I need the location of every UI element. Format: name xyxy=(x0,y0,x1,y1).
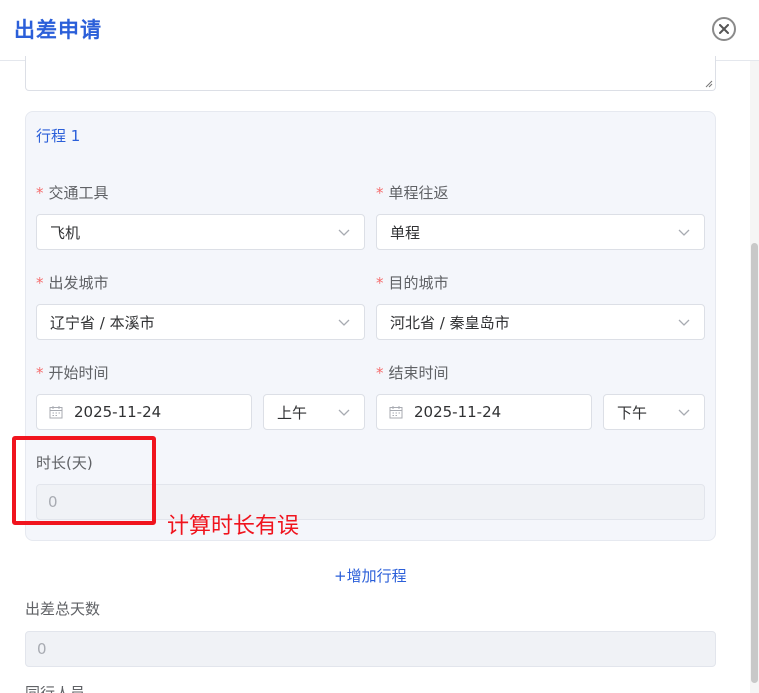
chevron-down-icon xyxy=(678,409,690,416)
trip-type-select[interactable]: 单程 xyxy=(376,214,705,250)
transport-value: 飞机 xyxy=(50,223,81,242)
dialog-title: 出差申请 xyxy=(14,18,102,42)
annotation-highlight-box xyxy=(12,436,156,525)
end-period-select[interactable]: 下午 xyxy=(603,394,705,430)
annotation-text: 计算时长有误 xyxy=(167,514,300,539)
required-mark: * xyxy=(376,364,384,382)
total-days-label: 出差总天数 xyxy=(25,600,101,618)
end-date-value: 2025-11-24 xyxy=(414,403,502,421)
required-mark: * xyxy=(376,274,384,292)
required-mark: * xyxy=(36,184,44,202)
destination-city-value: 河北省 / 秦皇岛市 xyxy=(390,313,510,332)
end-date-input[interactable]: 2025-11-24 xyxy=(376,394,592,430)
chevron-down-icon xyxy=(678,229,690,236)
chevron-down-icon xyxy=(338,319,350,326)
departure-city-value: 辽宁省 / 本溪市 xyxy=(50,313,155,332)
total-days-input: 0 xyxy=(25,631,716,667)
close-icon xyxy=(719,24,729,34)
chevron-down-icon xyxy=(338,409,350,416)
start-period-select[interactable]: 上午 xyxy=(263,394,365,430)
chevron-down-icon xyxy=(338,229,350,236)
total-days-value: 0 xyxy=(37,640,47,658)
start-date-input[interactable]: 2025-11-24 xyxy=(36,394,252,430)
destination-city-label: * 目的城市 xyxy=(376,274,449,292)
start-time-label: * 开始时间 xyxy=(36,364,109,382)
start-date-value: 2025-11-24 xyxy=(74,403,162,421)
itinerary-title: 行程 1 xyxy=(36,127,81,145)
departure-city-label: * 出发城市 xyxy=(36,274,109,292)
required-mark: * xyxy=(36,274,44,292)
companions-label: 同行人员 xyxy=(25,686,85,693)
add-itinerary-link[interactable]: +增加行程 xyxy=(334,565,407,586)
resize-handle-icon[interactable] xyxy=(703,78,713,88)
end-time-label: * 结束时间 xyxy=(376,364,449,382)
required-mark: * xyxy=(36,364,44,382)
departure-city-select[interactable]: 辽宁省 / 本溪市 xyxy=(36,304,365,340)
close-button[interactable] xyxy=(712,17,736,41)
scrollbar-thumb[interactable] xyxy=(751,243,758,683)
calendar-icon xyxy=(389,406,403,419)
start-period-value: 上午 xyxy=(277,403,308,422)
destination-city-select[interactable]: 河北省 / 秦皇岛市 xyxy=(376,304,705,340)
calendar-icon xyxy=(49,406,63,419)
chevron-down-icon xyxy=(678,319,690,326)
dialog-header: 出差申请 xyxy=(0,0,759,61)
remarks-textarea[interactable] xyxy=(25,56,716,91)
transport-label: * 交通工具 xyxy=(36,184,109,202)
trip-type-value: 单程 xyxy=(390,223,421,242)
required-mark: * xyxy=(376,184,384,202)
end-period-value: 下午 xyxy=(617,403,648,422)
trip-type-label: * 单程往返 xyxy=(376,184,449,202)
transport-select[interactable]: 飞机 xyxy=(36,214,365,250)
